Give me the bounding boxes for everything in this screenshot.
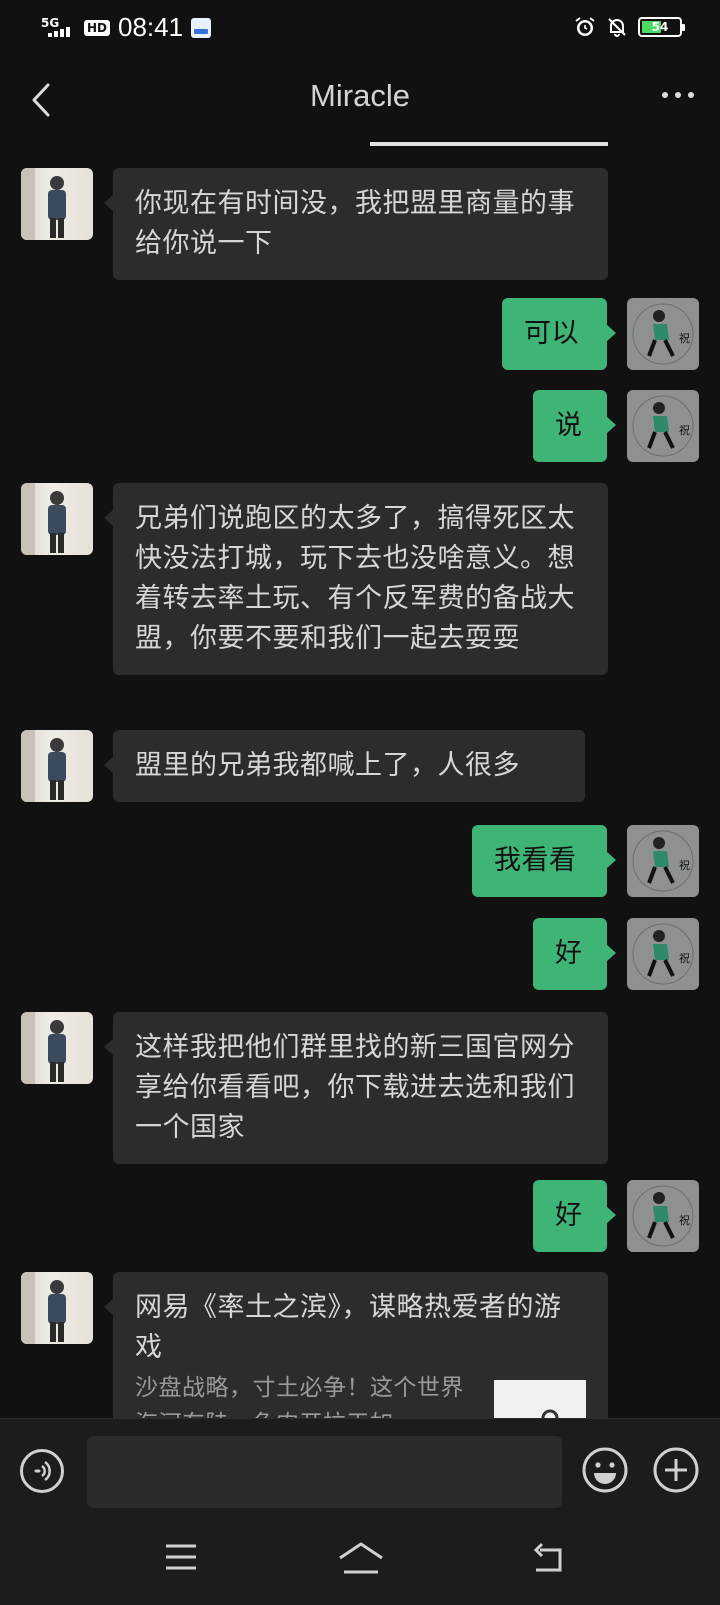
status-time: 08:41 (118, 12, 184, 42)
more-dots-icon (662, 92, 668, 98)
avatar[interactable]: 祝 (627, 390, 699, 462)
message-row: 可以 祝 (0, 298, 720, 370)
message-row: 网易《率土之滨》，谋略热爱者的游戏 沙盘战略，寸土必争！这个世界海河东陆，鱼肉开… (0, 1272, 720, 1418)
avatar[interactable]: 祝 (627, 825, 699, 897)
battery-icon: 54 (638, 17, 685, 37)
avatar[interactable]: 祝 (627, 1180, 699, 1252)
voice-icon (34, 1460, 51, 1482)
page-title: Miracle (310, 78, 410, 113)
back-nav-icon[interactable] (530, 1540, 566, 1576)
message-bubble-incoming[interactable]: 盟里的兄弟我都喊上了，人很多 (104, 730, 585, 802)
hd-badge: HD (84, 19, 111, 36)
more-options-button[interactable] (662, 92, 694, 98)
menu-icon[interactable] (164, 1540, 198, 1574)
status-right: 54 (574, 16, 685, 38)
message-bubble-incoming[interactable]: 兄弟们说跑区的太多了，搞得死区太快没法打城，玩下去也没啥意义。想着转去率土玩、有… (104, 483, 608, 675)
link-card-title: 网易《率土之滨》，谋略热爱者的游戏 (135, 1292, 562, 1363)
link-card[interactable]: 网易《率土之滨》，谋略热爱者的游戏 沙盘战略，寸土必争！这个世界海河东陆，鱼肉开… (104, 1272, 608, 1418)
alarm-icon (575, 17, 595, 36)
message-row: 盟里的兄弟我都喊上了，人很多 (0, 730, 720, 802)
plus-icon (653, 1447, 699, 1493)
message-bubble-outgoing[interactable]: 我看看 (472, 825, 616, 897)
avatar[interactable] (21, 730, 93, 802)
status-left: 5G HD 08:41 (40, 12, 212, 43)
voice-button[interactable] (20, 1449, 64, 1493)
avatar[interactable] (21, 1012, 93, 1084)
svg-text:祝: 祝 (679, 331, 690, 345)
input-bar (0, 1418, 720, 1519)
system-navigation-bar (0, 1518, 720, 1605)
message-row: 你现在有时间没，我把盟里商量的事给你说一下 (0, 168, 720, 280)
app-notification-icon (191, 17, 212, 38)
avatar[interactable]: 祝 (627, 298, 699, 370)
svg-text:祝: 祝 (679, 1213, 690, 1227)
message-bubble-incoming[interactable]: 这样我把他们群里找的新三国官网分享给你看看吧，你下载进去选和我们一个国家 (104, 1012, 608, 1164)
svg-text:祝: 祝 (679, 858, 690, 872)
status-bar: 5G HD 08:41 54 (0, 0, 720, 56)
avatar[interactable] (21, 483, 93, 555)
emoji-button[interactable] (581, 1446, 629, 1494)
message-bubble-outgoing[interactable]: 好 (533, 1180, 616, 1252)
message-row: 好 祝 (0, 918, 720, 990)
message-bubble-outgoing[interactable]: 好 (533, 918, 616, 990)
avatar[interactable] (21, 168, 93, 240)
avatar[interactable]: 祝 (627, 918, 699, 990)
message-row: 说 祝 (0, 390, 720, 462)
link-card-description: 沙盘战略，寸土必争！这个世界海河东陆，鱼肉开拉天如 (135, 1375, 464, 1418)
message-row: 好 祝 (0, 1180, 720, 1252)
svg-text:祝: 祝 (679, 951, 690, 965)
home-icon[interactable] (336, 1540, 386, 1576)
message-bubble-outgoing[interactable]: 说 (533, 390, 616, 462)
message-bubble-incoming[interactable]: 你现在有时间没，我把盟里商量的事给你说一下 (104, 168, 608, 280)
battery-level: 54 (651, 20, 669, 34)
title-underline (370, 142, 608, 146)
avatar[interactable] (21, 1272, 93, 1344)
message-list[interactable]: 你现在有时间没，我把盟里商量的事给你说一下 可以 祝 说 祝 兄弟们说跑区的太多… (0, 150, 720, 1418)
message-row: 兄弟们说跑区的太多了，搞得死区太快没法打城，玩下去也没啥意义。想着转去率土玩、有… (0, 483, 720, 709)
link-card-thumbnail (494, 1380, 586, 1418)
message-row: 我看看 祝 (0, 825, 720, 897)
message-bubble-outgoing[interactable]: 可以 (502, 298, 616, 370)
plus-button[interactable] (652, 1446, 700, 1494)
emoji-icon (582, 1447, 628, 1493)
message-row: 这样我把他们群里找的新三国官网分享给你看看吧，你下载进去选和我们一个国家 (0, 1012, 720, 1164)
svg-text:祝: 祝 (679, 423, 690, 437)
mute-bell-icon (608, 18, 626, 37)
chat-header: Miracle (0, 56, 720, 146)
message-input[interactable] (87, 1436, 562, 1508)
signal-icon: 5G (40, 15, 74, 41)
